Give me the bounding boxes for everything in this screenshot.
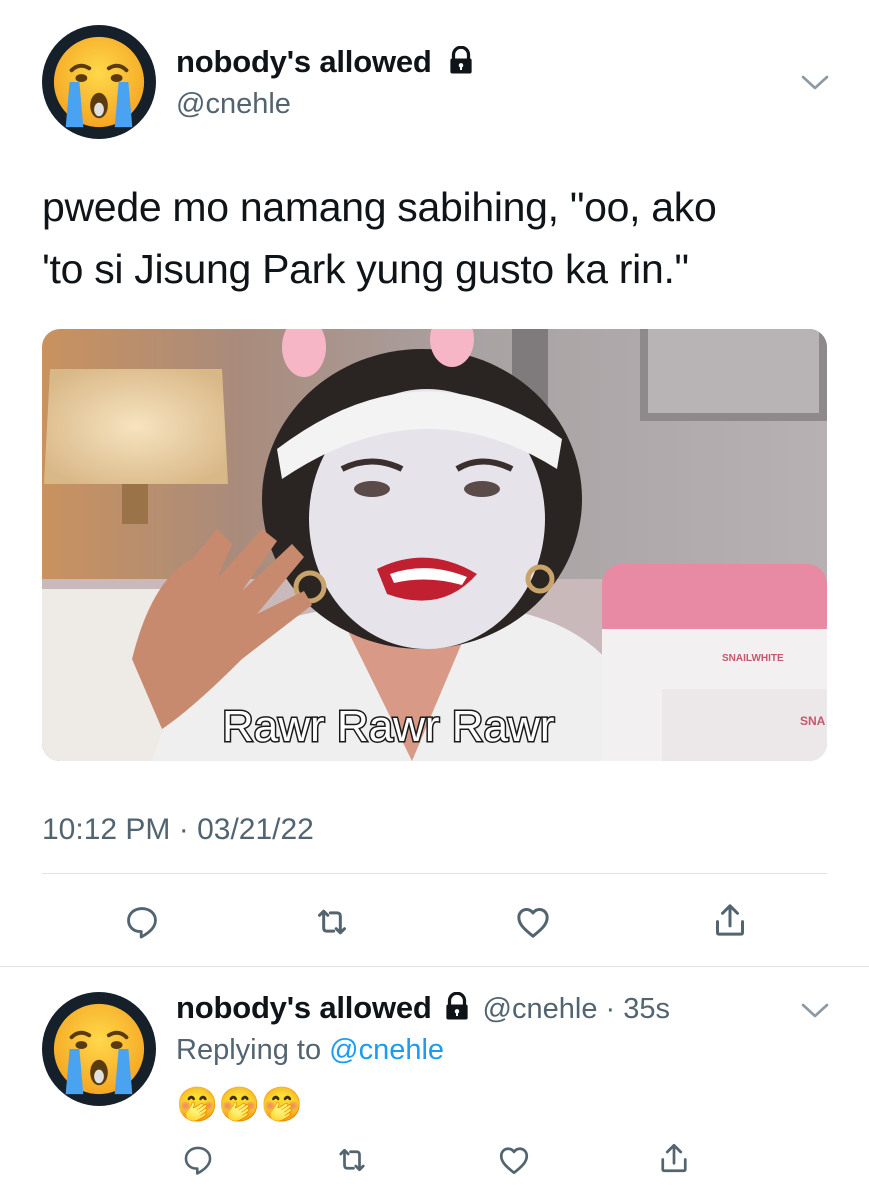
- divider: [0, 966, 869, 967]
- chevron-down-icon[interactable]: [800, 72, 830, 97]
- like-icon: [517, 908, 549, 938]
- media-image: SNAILWHITE SNA Rawr Rawr Rawr: [42, 329, 827, 761]
- retweet-button[interactable]: [308, 898, 356, 946]
- replying-to: Replying to @cnehle: [176, 1034, 444, 1067]
- tweet-text: pwede mo namang sabihing, "oo, ako 'to s…: [42, 176, 842, 300]
- tweet-text-line-1: pwede mo namang sabihing, "oo, ako: [42, 184, 717, 230]
- reply-handle-time[interactable]: @cnehle · 35s: [483, 993, 670, 1025]
- lock-icon: [450, 45, 472, 74]
- tweet-media[interactable]: SNAILWHITE SNA Rawr Rawr Rawr: [42, 329, 827, 761]
- tweet-text-line-2: 'to si Jisung Park yung gusto ka rin.": [42, 246, 689, 292]
- like-button[interactable]: [492, 1138, 536, 1182]
- reply-button[interactable]: [118, 898, 166, 946]
- reply-avatar[interactable]: [42, 992, 156, 1106]
- tweet-timestamp[interactable]: 10:12 PM · 03/21/22: [42, 813, 314, 847]
- share-icon: [716, 904, 744, 936]
- reply-icon: [184, 1146, 212, 1175]
- lock-icon: [446, 991, 468, 1020]
- retweet-icon: [339, 1148, 365, 1172]
- reply-display-name[interactable]: nobody's allowed: [176, 990, 432, 1025]
- crying-face-icon: [53, 36, 145, 128]
- reply-button[interactable]: [176, 1138, 220, 1182]
- share-icon: [661, 1143, 687, 1173]
- replying-to-prefix: Replying to: [176, 1034, 322, 1066]
- display-name[interactable]: nobody's allowed: [176, 44, 476, 80]
- retweet-button[interactable]: [330, 1138, 374, 1182]
- reply-text: 🤭🤭🤭: [176, 1086, 304, 1124]
- like-icon: [499, 1147, 529, 1175]
- reply-header: nobody's allowed @cnehle · 35s: [176, 990, 670, 1026]
- reply-icon: [127, 907, 157, 939]
- product-box-label-2: SNA: [800, 714, 826, 728]
- chevron-down-icon[interactable]: [800, 1000, 830, 1025]
- avatar[interactable]: [42, 25, 156, 139]
- crying-face-icon: [53, 1003, 145, 1095]
- product-box-label: SNAILWHITE: [722, 653, 784, 664]
- display-name-text: nobody's allowed: [176, 44, 432, 79]
- like-button[interactable]: [509, 898, 557, 946]
- retweet-icon: [318, 909, 346, 935]
- media-caption: Rawr Rawr Rawr: [222, 702, 554, 751]
- share-button[interactable]: [706, 896, 754, 944]
- replying-to-handle[interactable]: @cnehle: [329, 1034, 444, 1066]
- divider: [42, 873, 827, 874]
- handle[interactable]: @cnehle: [176, 88, 291, 121]
- share-button[interactable]: [652, 1136, 696, 1180]
